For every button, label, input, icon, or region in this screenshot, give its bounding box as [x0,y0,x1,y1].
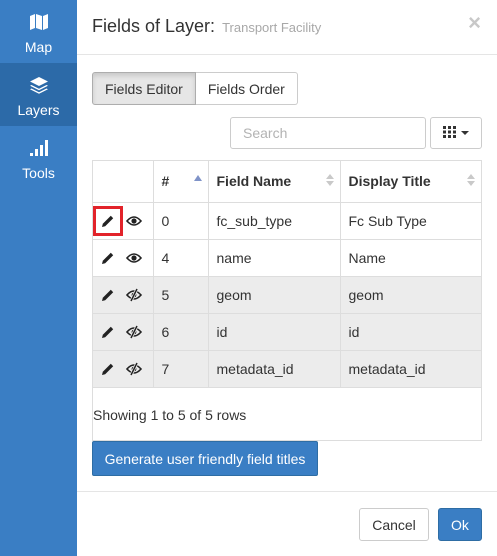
cell-field-name: id [208,313,341,351]
sidebar: Map Layers Tools [0,0,77,556]
signal-bars-icon [29,138,49,158]
eye-icon[interactable] [125,249,143,267]
chevron-down-icon [461,131,469,135]
tab-group: Fields Editor Fields Order [92,72,298,105]
table-row: 0 fc_sub_type Fc Sub Type [93,202,481,240]
dialog-title-text: Fields of Layer: [92,16,216,36]
sort-icon [325,174,334,186]
sort-icon [467,174,475,186]
header-field-name[interactable]: Field Name [208,161,341,203]
sidebar-item-map[interactable]: Map [0,0,77,63]
cell-display-title: metadata_id [340,350,481,388]
row-actions [93,350,154,388]
fields-dialog: Fields of Layer: Transport Facility × Fi… [77,0,497,556]
table-row: 6 id id [93,313,481,351]
search-input[interactable] [230,117,426,149]
header-number[interactable]: # [153,161,209,203]
row-actions [93,276,154,314]
eye-slash-icon[interactable] [125,360,143,378]
dialog-title: Fields of Layer: Transport Facility [92,16,321,37]
pencil-icon[interactable] [93,205,123,236]
layers-icon [29,75,49,95]
footer-divider [77,491,497,492]
dialog-subtitle: Transport Facility [222,20,322,35]
cell-display-title: id [340,313,481,351]
cell-number: 7 [153,350,209,388]
cancel-button[interactable]: Cancel [359,508,429,541]
map-icon [29,12,49,32]
sidebar-item-layers[interactable]: Layers [0,63,77,126]
close-icon[interactable]: × [468,12,481,34]
fields-table: # Field Name Display Title 0 fc_sub_type… [93,161,481,388]
header-actions [93,161,154,203]
cell-field-name: fc_sub_type [208,202,341,240]
cell-field-name: geom [208,276,341,314]
table-header-row: # Field Name Display Title [93,161,481,203]
columns-toggle-button[interactable] [430,117,482,149]
pencil-icon[interactable] [99,286,117,304]
pagination-info: Showing 1 to 5 of 5 rows [93,407,247,423]
row-actions [93,239,154,277]
cell-number: 4 [153,239,209,277]
cell-field-name: name [208,239,341,277]
fields-table-container: # Field Name Display Title 0 fc_sub_type… [92,160,482,441]
row-actions [93,313,154,351]
header-number-label: # [161,173,170,190]
sidebar-item-label: Tools [22,165,55,181]
cell-number: 0 [153,202,209,240]
cell-number: 5 [153,276,209,314]
table-row: 7 metadata_id metadata_id [93,350,481,388]
header-display-title-label: Display Title [348,173,431,190]
header-display-title[interactable]: Display Title [340,161,481,203]
header-field-name-label: Field Name [216,173,292,190]
cell-field-name: metadata_id [208,350,341,388]
eye-slash-icon[interactable] [125,286,143,304]
table-row: 5 geom geom [93,276,481,314]
cell-number: 6 [153,313,209,351]
tab-fields-order[interactable]: Fields Order [195,72,298,105]
tab-fields-editor[interactable]: Fields Editor [92,72,196,105]
eye-icon[interactable] [125,212,143,230]
sort-ascending-icon [193,175,202,181]
pencil-icon[interactable] [99,323,117,341]
dialog-header: Fields of Layer: Transport Facility × [77,0,497,55]
cell-display-title: Name [340,239,481,277]
pencil-icon[interactable] [99,249,117,267]
sidebar-item-tools[interactable]: Tools [0,126,77,189]
ok-button[interactable]: Ok [438,508,482,541]
eye-slash-icon[interactable] [125,323,143,341]
cell-display-title: geom [340,276,481,314]
sidebar-item-label: Layers [17,102,60,118]
table-row: 4 name Name [93,239,481,277]
sidebar-item-label: Map [24,39,53,55]
generate-titles-button[interactable]: Generate user friendly field titles [92,441,318,476]
cell-display-title: Fc Sub Type [340,202,481,240]
pencil-icon[interactable] [99,360,117,378]
grid-icon [443,125,456,141]
row-actions [93,202,154,240]
